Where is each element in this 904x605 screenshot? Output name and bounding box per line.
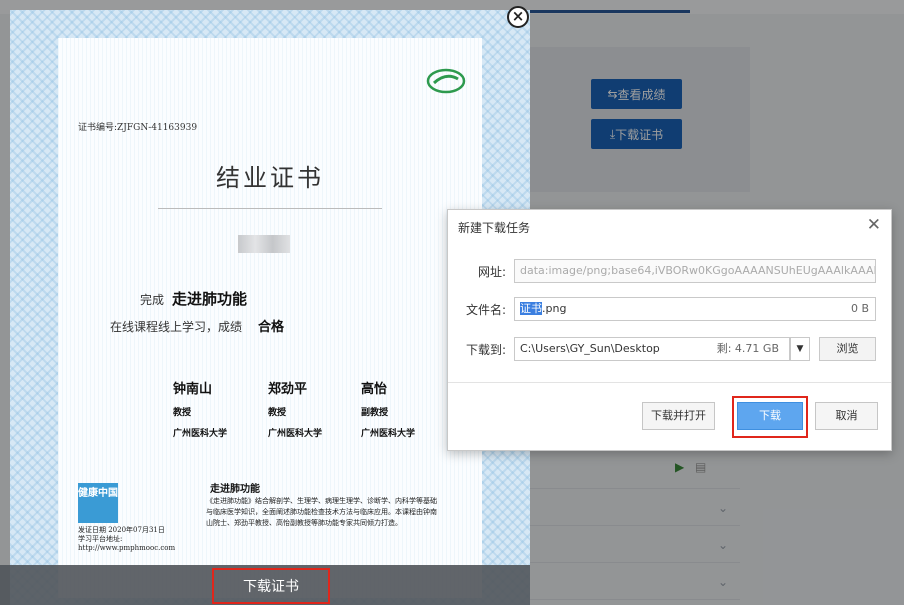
healthy-china-logo: 健康中国: [78, 483, 118, 523]
dialog-title: 新建下载任务: [458, 221, 531, 235]
new-download-dialog: 新建下载任务 ✕ 网址: data:image/png;base64,iVBOR…: [447, 209, 892, 451]
filename-field[interactable]: 证书.png 0 B: [514, 297, 876, 321]
saveto-path-field[interactable]: C:\Users\GY_Sun\Desktop 剩: 4.71 GB: [514, 337, 790, 361]
divider: [158, 208, 382, 209]
completion-line: 完成 走进肺功能: [140, 290, 248, 308]
close-icon[interactable]: ✕: [867, 215, 881, 235]
signatory: 钟南山 教授 广州医科大学: [173, 382, 228, 439]
course-title: 走进肺功能: [210, 484, 260, 495]
free-space: 剩: 4.71 GB: [716, 342, 779, 355]
signatory: 高怡 副教授 广州医科大学: [361, 382, 416, 439]
certificate-number: 证书编号:ZJFGN-41163939: [78, 123, 198, 133]
issuer-logo: [426, 68, 466, 94]
signatory: 郑劲平 教授 广州医科大学: [268, 382, 323, 439]
filename-label: 文件名:: [465, 303, 506, 317]
chevron-down-icon[interactable]: ▼: [790, 337, 810, 361]
filename-selection: 证书: [520, 302, 542, 315]
download-button[interactable]: 下载: [737, 402, 803, 430]
close-icon[interactable]: ×: [507, 6, 529, 28]
course-description: 《走进肺功能》结合解剖学、生理学、病理生理学、诊断学、内科学等基础与临床医学知识…: [206, 497, 437, 527]
certificate-title: 结业证书: [216, 164, 324, 192]
file-size: 0 B: [850, 302, 869, 315]
course-name: 走进肺功能: [172, 290, 248, 308]
divider: [448, 382, 891, 383]
issue-info: 发证日期 2020年07月31日 学习平台地址: http://www.pmph…: [78, 526, 176, 552]
recipient-name-blurred: [238, 235, 290, 253]
saveto-label: 下载到:: [465, 343, 506, 357]
browse-button[interactable]: 浏览: [819, 337, 876, 361]
certificate-body: 证书编号:ZJFGN-41163939 结业证书 完成 走进肺功能 在线课程线上学…: [58, 38, 482, 598]
cancel-button[interactable]: 取消: [815, 402, 878, 430]
download-certificate-button[interactable]: 下载证书: [212, 568, 330, 604]
url-field[interactable]: data:image/png;base64,iVBORw0KGgoAAAANSU…: [514, 259, 876, 283]
study-line: 在线课程线上学习，成绩 合格: [110, 320, 285, 335]
download-and-open-button[interactable]: 下载并打开: [642, 402, 715, 430]
url-label: 网址:: [477, 265, 506, 279]
grade: 合格: [258, 320, 285, 335]
